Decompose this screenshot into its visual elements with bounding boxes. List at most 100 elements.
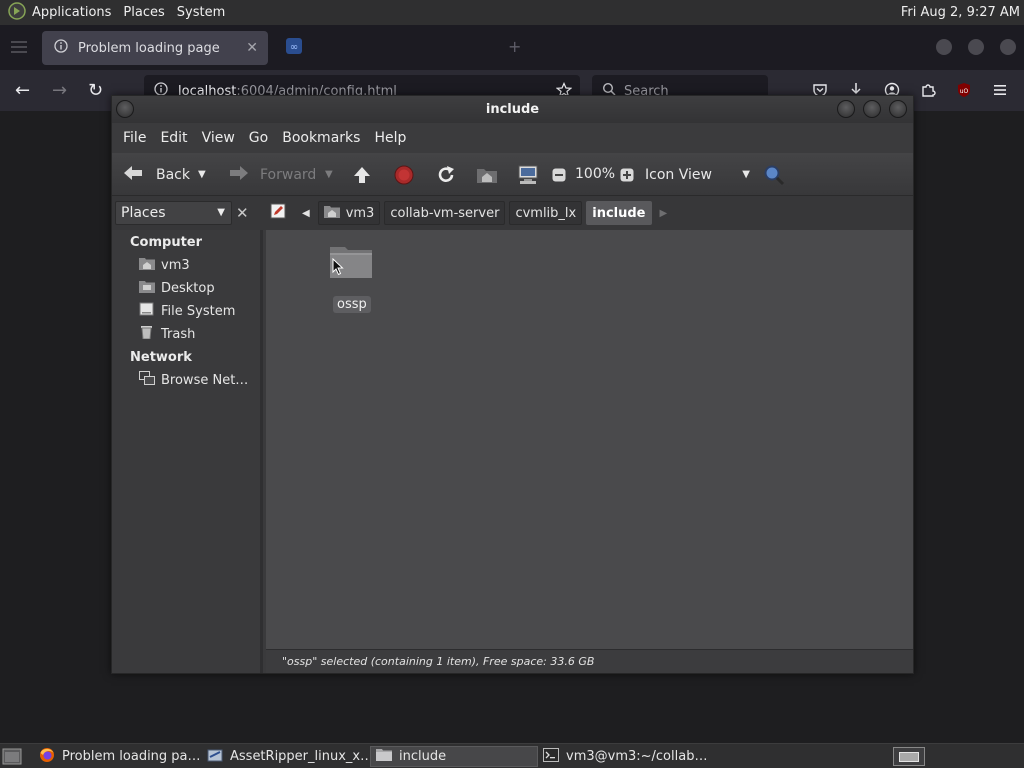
folder-icon — [376, 748, 392, 766]
path-bar: ◀ vm3 collab-vm-server cvmlib_lx include… — [270, 201, 675, 225]
view-mode-select[interactable]: Icon View ▼ — [645, 153, 750, 196]
forward-arrow-icon[interactable]: → — [52, 80, 67, 101]
zoom-out-icon[interactable] — [552, 153, 566, 196]
taskbar-item-include[interactable]: include — [370, 746, 538, 767]
up-arrow-icon[interactable] — [352, 153, 372, 196]
forward-arrow-icon — [226, 163, 250, 187]
network-icon — [139, 371, 155, 389]
sidebar-item-browse-network[interactable]: Browse Net… — [139, 371, 248, 389]
side-pane-selector[interactable]: Places ▼ — [115, 201, 232, 225]
network-heading: Network — [130, 350, 192, 365]
home-folder-icon[interactable] — [476, 153, 498, 196]
taskbar-item-label: include — [399, 749, 447, 764]
forward-button[interactable]: Forward — [226, 153, 316, 196]
new-tab-icon[interactable]: + — [508, 37, 521, 56]
minimize-icon[interactable] — [837, 100, 855, 118]
minimize-icon[interactable] — [936, 39, 952, 55]
sidebar-item-file-system[interactable]: File System — [139, 302, 235, 320]
infinity-icon: ∞ — [286, 38, 302, 58]
computer-icon[interactable] — [517, 153, 539, 196]
svg-text:uO: uO — [960, 88, 969, 95]
menu-edit[interactable]: Edit — [153, 123, 194, 153]
reload-icon[interactable] — [435, 153, 457, 196]
side-pane: Computer vm3 Desktop File System Trash N — [112, 230, 263, 673]
close-side-pane-icon[interactable]: ✕ — [236, 204, 249, 222]
applications-menu[interactable]: Applications — [26, 0, 117, 25]
back-button[interactable]: Back — [122, 153, 190, 196]
window-menu-icon[interactable] — [116, 100, 134, 118]
taskbar-item-label: AssetRipper_linux_x… — [230, 749, 368, 764]
mate-logo-icon[interactable] — [8, 1, 26, 24]
window-titlebar[interactable]: include — [112, 96, 913, 123]
clock[interactable]: Fri Aug 2, 9:27 AM — [901, 0, 1020, 25]
archive-icon — [207, 747, 223, 767]
forward-history-dropdown-icon[interactable]: ▼ — [325, 153, 333, 196]
stop-icon[interactable] — [394, 153, 414, 196]
bottom-panel: Problem loading pa… AssetRipper_linux_x…… — [0, 743, 1024, 768]
hamburger-menu-icon[interactable] — [992, 82, 1008, 102]
path-scroll-right-icon[interactable]: ▶ — [656, 201, 672, 225]
chevron-down-icon: ▼ — [742, 169, 750, 180]
menu-view[interactable]: View — [195, 123, 242, 153]
home-folder-icon — [139, 256, 155, 274]
taskbar-item-label: Problem loading pa… — [62, 749, 200, 764]
window-title: include — [485, 102, 540, 117]
svg-text:∞: ∞ — [290, 42, 298, 53]
maximize-icon[interactable] — [968, 39, 984, 55]
taskbar-item-firefox[interactable]: Problem loading pa… — [34, 746, 200, 767]
ublock-origin-icon[interactable]: uO — [956, 82, 972, 102]
menu-go[interactable]: Go — [242, 123, 275, 153]
crumb-label: vm3 — [345, 205, 375, 221]
top-panel: Applications Places System Fri Aug 2, 9:… — [0, 0, 1024, 25]
drive-icon — [139, 302, 155, 320]
sidebar-item-label: Desktop — [161, 280, 215, 296]
zoom-in-icon[interactable] — [620, 153, 634, 196]
sidebar-item-trash[interactable]: Trash — [139, 325, 195, 343]
workspace-switcher[interactable] — [893, 747, 925, 766]
show-desktop-icon[interactable] — [2, 748, 22, 768]
view-mode-label: Icon View — [645, 166, 712, 183]
extensions-icon[interactable] — [920, 82, 936, 102]
menu-help[interactable]: Help — [367, 123, 413, 153]
path-crumb-vm3[interactable]: vm3 — [317, 201, 381, 225]
edit-location-icon[interactable] — [270, 203, 286, 223]
menu-file[interactable]: File — [116, 123, 153, 153]
taskbar-item-terminal[interactable]: vm3@vm3:~/collab… — [538, 746, 706, 767]
reload-icon[interactable]: ↻ — [88, 80, 103, 101]
tab-second[interactable]: ∞ — [274, 31, 494, 65]
info-icon — [54, 39, 68, 57]
trash-icon — [139, 325, 155, 343]
file-manager-window: include File Edit View Go Bookmarks Help… — [111, 95, 914, 674]
path-crumb-cvmlib-lx[interactable]: cvmlib_lx — [509, 201, 583, 225]
desktop-folder-icon — [139, 279, 155, 297]
close-tab-icon[interactable]: ✕ — [246, 40, 258, 56]
list-all-tabs-icon[interactable] — [10, 39, 28, 59]
close-window-icon[interactable] — [889, 100, 907, 118]
taskbar-item-assetripper[interactable]: AssetRipper_linux_x… — [202, 746, 368, 767]
path-scroll-left-icon[interactable]: ◀ — [298, 201, 314, 225]
path-crumb-collab-vm-server[interactable]: collab-vm-server — [384, 201, 506, 225]
workspace-thumbnail — [899, 752, 919, 762]
close-window-icon[interactable] — [1000, 39, 1016, 55]
path-crumb-include[interactable]: include — [586, 201, 652, 225]
menu-bookmarks[interactable]: Bookmarks — [275, 123, 367, 153]
system-menu[interactable]: System — [171, 0, 231, 25]
search-icon[interactable] — [763, 153, 785, 196]
firefox-tab-bar: Problem loading page ✕ ∞ + — [0, 25, 1024, 70]
computer-heading: Computer — [130, 235, 203, 250]
back-label: Back — [156, 166, 190, 183]
home-folder-icon — [323, 204, 340, 222]
icon-view[interactable]: ossp — [266, 230, 913, 649]
sidebar-item-desktop[interactable]: Desktop — [139, 279, 215, 297]
tab-label: Problem loading page — [78, 40, 220, 56]
tab-problem-loading[interactable]: Problem loading page ✕ — [42, 31, 268, 65]
places-menu[interactable]: Places — [117, 0, 170, 25]
zoom-level[interactable]: 100% — [575, 153, 615, 196]
maximize-icon[interactable] — [863, 100, 881, 118]
chevron-down-icon: ▼ — [217, 207, 225, 218]
mouse-pointer-icon — [332, 257, 344, 280]
back-arrow-icon[interactable]: ← — [15, 80, 30, 101]
sidebar-item-vm3[interactable]: vm3 — [139, 256, 190, 274]
sidebar-item-label: File System — [161, 303, 236, 319]
back-history-dropdown-icon[interactable]: ▼ — [198, 153, 206, 196]
